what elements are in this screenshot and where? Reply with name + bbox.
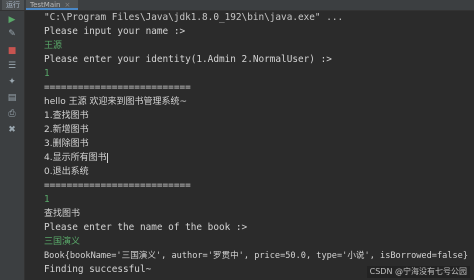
layout-icon[interactable]: ▤ bbox=[4, 91, 20, 105]
menu-option: 2.新增图书 bbox=[44, 125, 89, 135]
console-user-input: 1 bbox=[44, 194, 50, 205]
console-line: Finding successful~ bbox=[44, 264, 152, 275]
run-toolbar: ▶ ✎ ■ ☰ ✦ ▤ ⎙ ✖ bbox=[0, 11, 25, 280]
console-user-input: 1 bbox=[44, 68, 50, 79]
menu-option: 1.查找图书 bbox=[44, 111, 89, 121]
menu-option: 4.显示所有图书 bbox=[44, 153, 107, 163]
console-line: Book{bookName='三国演义', author='罗贯中', pric… bbox=[44, 251, 468, 261]
menu-option: 3.删除图书 bbox=[44, 139, 89, 149]
console-separator: ========================== bbox=[44, 180, 191, 191]
pin-icon[interactable]: ✦ bbox=[4, 75, 20, 89]
print-icon[interactable]: ⎙ bbox=[4, 107, 20, 121]
console-line-command: "C:\Program Files\Java\jdk1.8.0_192\bin\… bbox=[44, 12, 344, 23]
tab-close-icon[interactable]: × bbox=[65, 1, 71, 9]
console-line: Please enter the name of the book :> bbox=[44, 222, 248, 233]
trash-icon[interactable]: ✖ bbox=[4, 123, 20, 137]
rerun-icon[interactable]: ▶ bbox=[4, 13, 20, 27]
console-line: hello 王源 欢迎来到图书管理系统~ bbox=[44, 97, 188, 107]
text-cursor bbox=[106, 152, 108, 163]
console-separator: ========================== bbox=[44, 82, 191, 93]
watermark: CSDN @宁海没有七号公园 bbox=[366, 266, 470, 278]
menu-option-with-cursor: 4.显示所有图书 bbox=[44, 151, 108, 165]
run-tool-window-label[interactable]: 运行 bbox=[2, 0, 24, 10]
tool-window-header: 运行 TestMain × bbox=[0, 0, 474, 11]
console-line: Please input your name :> bbox=[44, 26, 186, 37]
stop-icon[interactable]: ■ bbox=[4, 44, 20, 58]
console-user-input: 王源 bbox=[44, 41, 63, 51]
tab-label: TestMain bbox=[30, 1, 61, 9]
console-user-input: 三国演义 bbox=[44, 237, 81, 247]
scroll-icon[interactable]: ☰ bbox=[4, 59, 20, 73]
wrench-icon[interactable]: ✎ bbox=[4, 27, 20, 41]
console-line: 查找图书 bbox=[44, 209, 81, 219]
console-output[interactable]: "C:\Program Files\Java\jdk1.8.0_192\bin\… bbox=[28, 11, 474, 280]
console-line: Please enter your identity(1.Admin 2.Nor… bbox=[44, 54, 332, 65]
tab-testmain[interactable]: TestMain × bbox=[26, 0, 79, 10]
menu-option: 0.退出系统 bbox=[44, 167, 89, 177]
